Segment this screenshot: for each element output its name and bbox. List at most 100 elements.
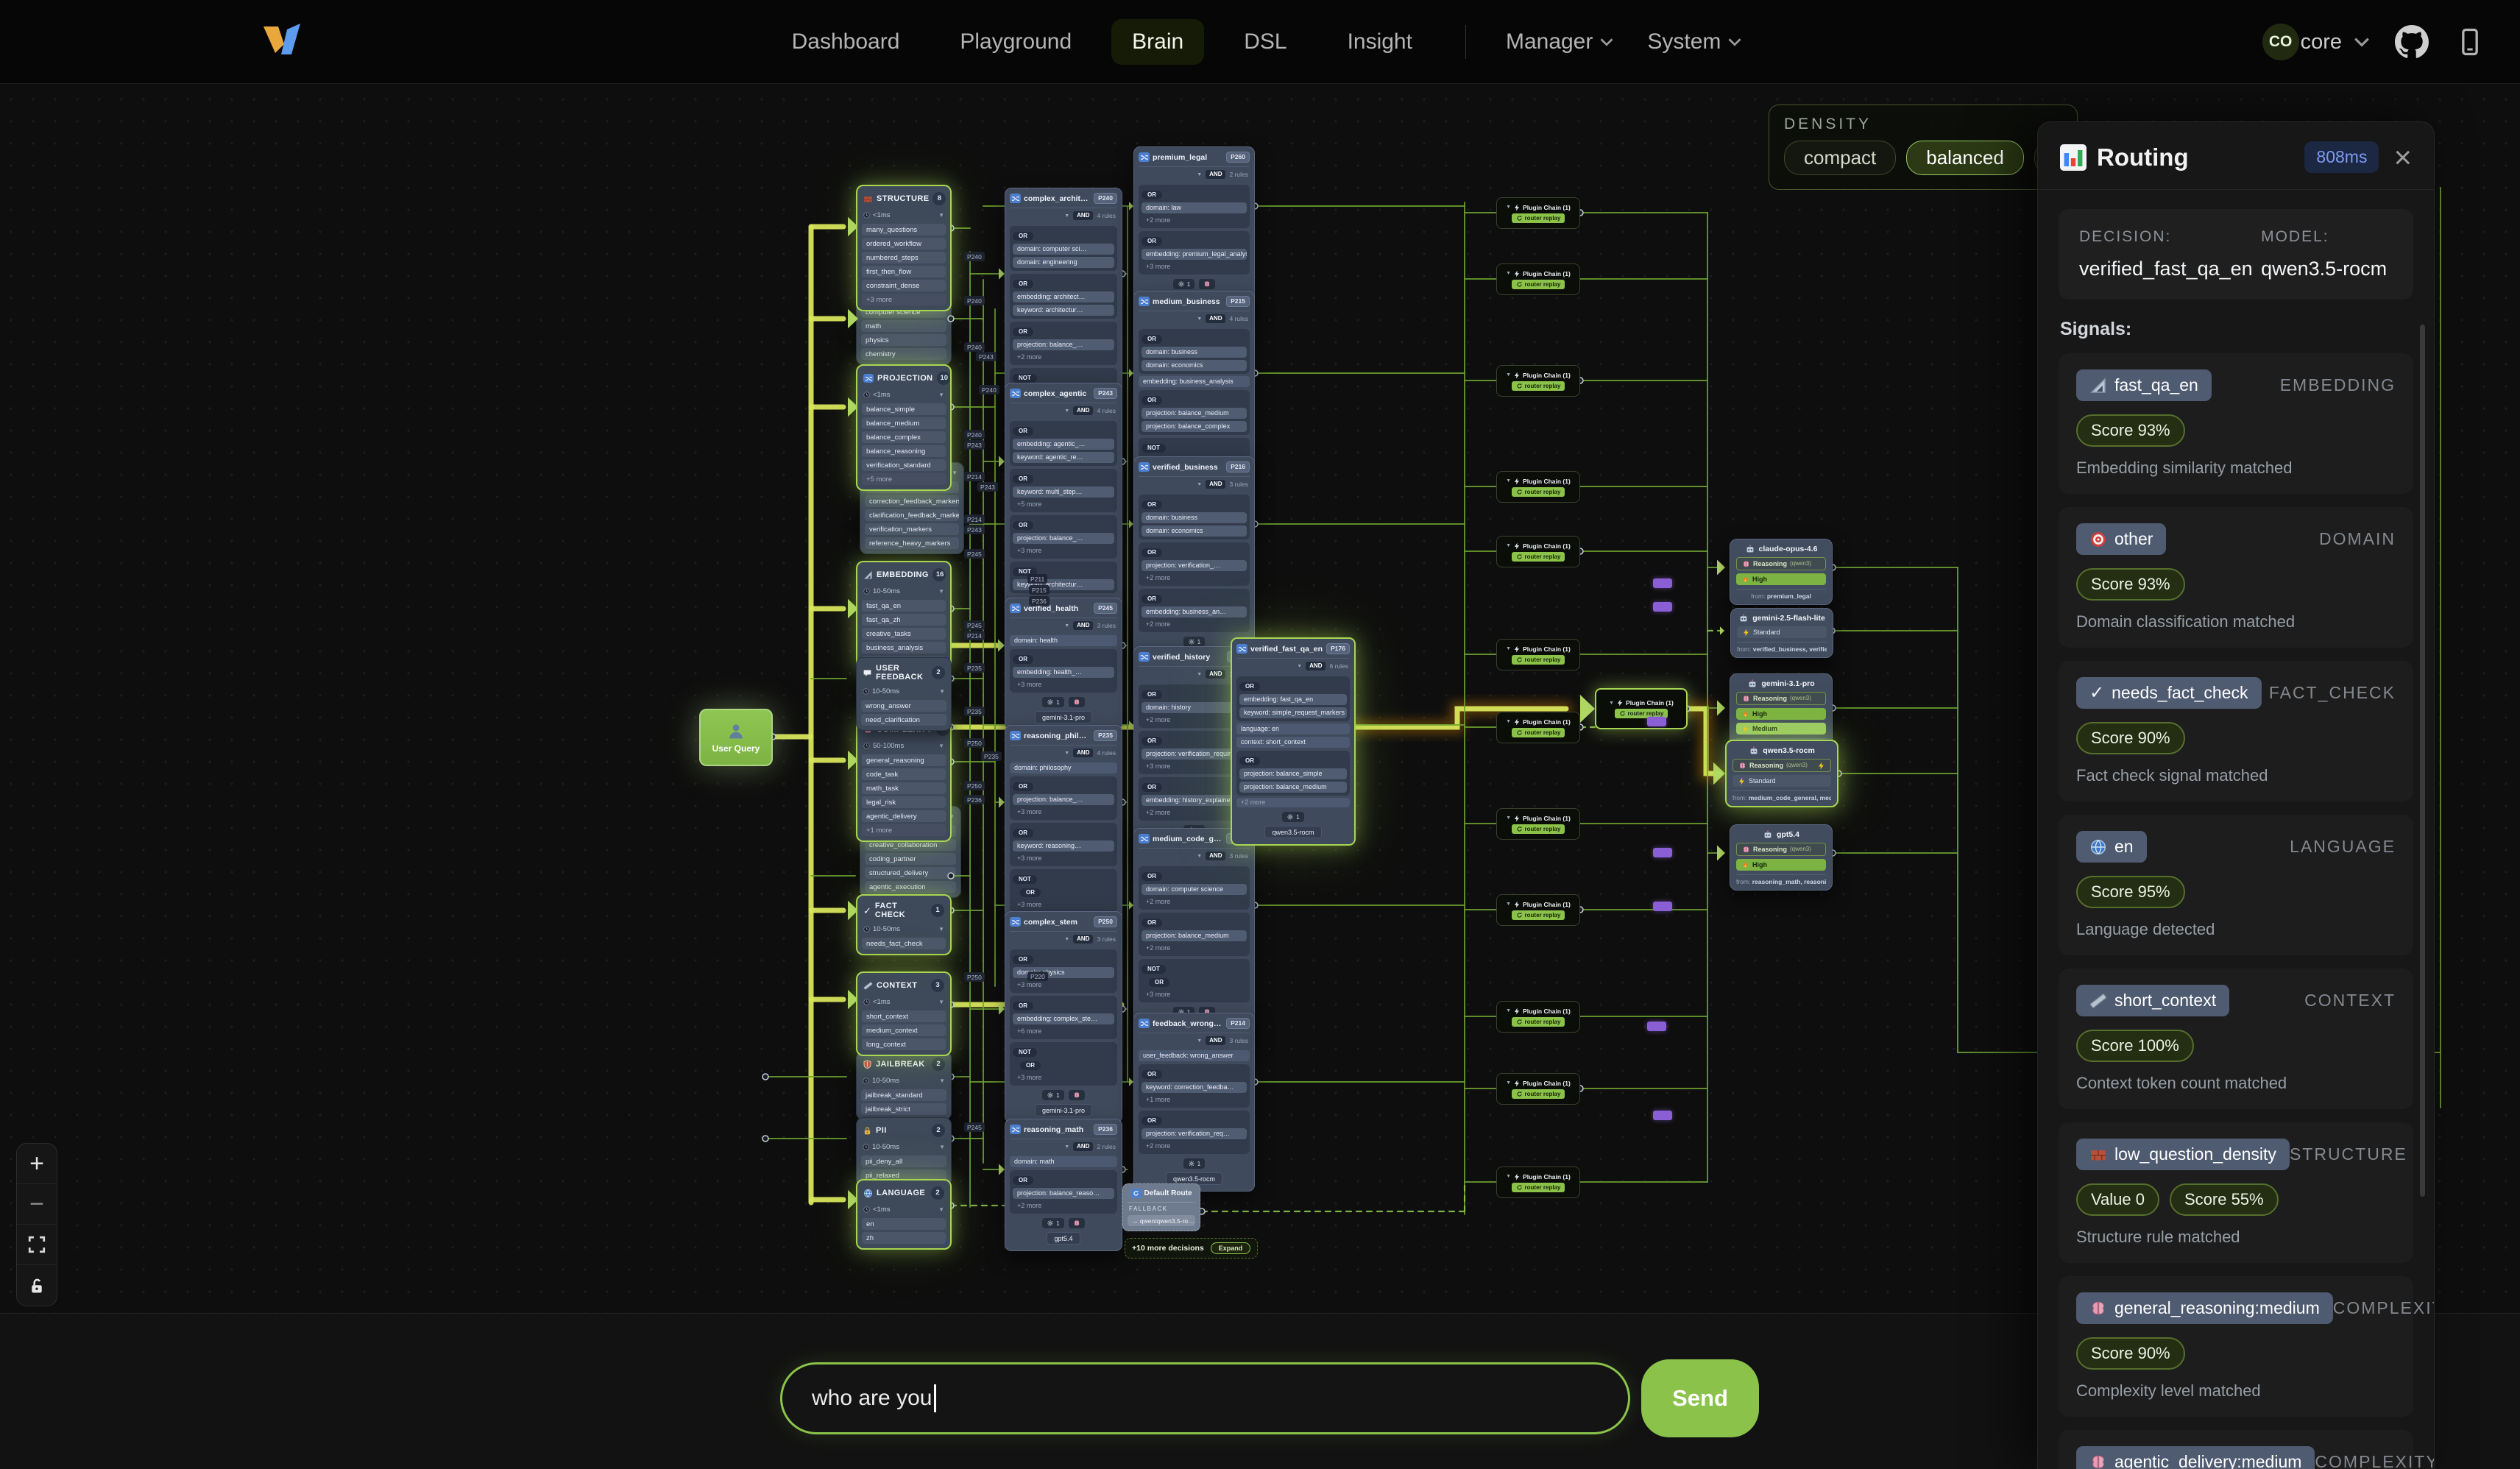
plugin-chain-node[interactable]: ▼ Plugin Chain (1) router replay: [1496, 1167, 1580, 1198]
decision-node-verified_fast_qa_en[interactable]: verified_fast_qa_en P176 ▼AND 6 rulesORe…: [1231, 637, 1356, 846]
rule-item[interactable]: fast_qa_zh: [862, 614, 946, 626]
close-icon[interactable]: ×: [2393, 146, 2412, 169]
unlock-button[interactable]: [17, 1265, 57, 1306]
rule-item[interactable]: agentic_delivery: [862, 810, 946, 822]
rule-item[interactable]: many_questions: [862, 224, 946, 236]
expand-button[interactable]: Expand: [1211, 1242, 1251, 1254]
mobile-device-icon[interactable]: [2454, 26, 2486, 58]
rule-item[interactable]: first_then_flow: [862, 266, 946, 277]
rule-item[interactable]: balance_complex: [862, 431, 946, 443]
plugin-chain-node[interactable]: ▼ Plugin Chain (1) router replay: [1496, 1001, 1580, 1033]
category-node-language[interactable]: LANGUAGE 2 <1ms▼enzh: [856, 1179, 952, 1250]
category-node-context[interactable]: CONTEXT 3 <1ms▼short_contextmedium_conte…: [856, 971, 952, 1056]
category-title: STRUCTURE: [877, 194, 929, 203]
nav-items: Dashboard Playground Brain DSL Insight Manage…: [771, 19, 1749, 65]
category-node-user-feedback[interactable]: USER FEEDBACK 2 10-50ms▼wrong_answerneed…: [856, 657, 952, 731]
decision-node-feedback_wrong_answer_verified[interactable]: feedback_wrong_answer_verified P214 ▼AND…: [1133, 1013, 1255, 1192]
decision-node-premium_legal[interactable]: premium_legal P260 ▼AND 2 rulesORdomain:…: [1133, 146, 1255, 312]
plugin-chain-node[interactable]: ▼ Plugin Chain (1) router replay: [1496, 263, 1580, 295]
category-node-pii[interactable]: PII 2 10-50ms▼pii_deny_allpii_relaxed: [856, 1117, 952, 1186]
rule-item[interactable]: creative_tasks: [862, 628, 946, 640]
decision-node-medium_code_general[interactable]: medium_code_general P220 ▼AND 3 rulesORd…: [1133, 828, 1255, 1040]
user-query-node[interactable]: User Query: [699, 709, 773, 766]
edge-priority-label: P240: [964, 252, 985, 261]
plugin-chain-node[interactable]: ▼ Plugin Chain (1) router replay: [1496, 894, 1580, 926]
model-node-claude-opus-4.6[interactable]: claude-opus-4.6Reasoning(qwen3)Highfrom:…: [1730, 539, 1833, 605]
category-node-fact-check[interactable]: ✓ FACT CHECK 1 10-50ms▼needs_fact_check: [856, 894, 952, 955]
rule-item[interactable]: short_context: [862, 1010, 946, 1022]
rule-item[interactable]: balance_medium: [862, 417, 946, 429]
zoom-out-button[interactable]: −: [17, 1184, 57, 1225]
decision-node-complex_agentic[interactable]: complex_agentic P243 ▼AND 4 rulesORembed…: [1005, 383, 1122, 631]
nav-item-insight[interactable]: Insight: [1327, 19, 1433, 65]
plugin-chain-node[interactable]: ▼ Plugin Chain (1) router replay: [1595, 688, 1688, 729]
rule-item[interactable]: ordered_workflow: [862, 238, 946, 249]
default-route-node[interactable]: Default Route FALLBACK → qwen/qwen3.5-ro…: [1122, 1183, 1200, 1231]
rule-item[interactable]: balance_simple: [862, 403, 946, 415]
signal-name: other: [2114, 529, 2153, 549]
decision-node-complex_stem[interactable]: complex_stem P250 ▼AND 3 rulesORdomain: …: [1005, 911, 1122, 1123]
github-icon[interactable]: [2395, 25, 2429, 59]
prompt-input[interactable]: who are you: [780, 1362, 1630, 1434]
rule-item[interactable]: verification_standard: [862, 459, 946, 471]
unlock-icon: [28, 1277, 46, 1295]
nav-item-playground[interactable]: Playground: [939, 19, 1092, 65]
rule-item[interactable]: numbered_steps: [862, 252, 946, 263]
model-node-gemini-2.5-flash-lite[interactable]: gemini-2.5-flash-liteStandardfrom: verif…: [1730, 608, 1833, 658]
plugin-chain-node[interactable]: ▼ Plugin Chain (1) router replay: [1496, 712, 1580, 743]
plugin-chain-node[interactable]: ▼ Plugin Chain (1) router replay: [1496, 197, 1580, 229]
nav-item-dsl[interactable]: DSL: [1223, 19, 1307, 65]
rule-item[interactable]: constraint_dense: [862, 280, 946, 291]
rule-item[interactable]: medium_context: [862, 1024, 946, 1036]
send-button[interactable]: Send: [1641, 1359, 1759, 1437]
decision-node-verified_health[interactable]: verified_health P245 ▼AND 3 rulesdomain:…: [1005, 598, 1122, 730]
rule-item[interactable]: en: [862, 1218, 946, 1230]
plugin-chain-node[interactable]: ▼ Plugin Chain (1) router replay: [1496, 639, 1580, 670]
zoom-in-button[interactable]: +: [17, 1144, 57, 1184]
plugin-chain-node[interactable]: ▼ Plugin Chain (1) router replay: [1496, 808, 1580, 840]
density-option-balanced[interactable]: balanced: [1906, 141, 2024, 175]
category-node-structure[interactable]: STRUCTURE 8 <1ms▼many_questionsordered_w…: [856, 185, 952, 311]
model-node-qwen3.5-rocm[interactable]: qwen3.5-rocmReasoning(qwen3)Standardfrom…: [1725, 740, 1838, 807]
rule-item[interactable]: zh: [862, 1232, 946, 1244]
rule-item[interactable]: wrong_answer: [861, 700, 946, 712]
rule-item[interactable]: legal_risk: [862, 796, 946, 808]
category-node-jailbreak[interactable]: JAILBREAK 2 10-50ms▼jailbreak_standardja…: [856, 1051, 952, 1120]
rule-item[interactable]: general_reasoning: [862, 754, 946, 766]
plugin-chain-node[interactable]: ▼ Plugin Chain (1) router replay: [1496, 471, 1580, 503]
plugin-chain-node[interactable]: ▼ Plugin Chain (1) router replay: [1496, 536, 1580, 567]
rule-item[interactable]: balance_reasoning: [862, 445, 946, 457]
rule-count: 2 rules: [1229, 171, 1248, 178]
plugin-chain-node[interactable]: ▼ Plugin Chain (1) router replay: [1496, 365, 1580, 397]
decision-node-reasoning_math[interactable]: reasoning_math P236 ▼AND 2 rulesdomain: …: [1005, 1119, 1122, 1251]
rule-item[interactable]: jailbreak_standard: [861, 1089, 946, 1101]
nav-menu-system[interactable]: System: [1640, 19, 1749, 65]
rule-item[interactable]: code_task: [862, 768, 946, 780]
plugin-chain-node[interactable]: ▼ Plugin Chain (1) router replay: [1496, 1073, 1580, 1105]
rule-item[interactable]: needs_fact_check: [862, 938, 946, 949]
category-node-projection[interactable]: PROJECTION 10 <1ms▼balance_simplebalance…: [856, 364, 952, 491]
nav-item-dashboard[interactable]: Dashboard: [771, 19, 921, 65]
more-items[interactable]: +3 more: [862, 294, 946, 305]
rule-item[interactable]: math_task: [862, 782, 946, 794]
nav-item-brain[interactable]: Brain: [1111, 19, 1204, 65]
panel-scrollbar[interactable]: [2420, 325, 2425, 1197]
rule-item[interactable]: business_analysis: [862, 642, 946, 654]
rule-item[interactable]: pii_deny_all: [861, 1155, 946, 1167]
nav-menu-manager[interactable]: Manager: [1498, 19, 1621, 65]
rule-item[interactable]: jailbreak_strict: [861, 1103, 946, 1115]
rule-item[interactable]: fast_qa_en: [862, 600, 946, 612]
rule-item[interactable]: long_context: [862, 1038, 946, 1050]
condition-group: ORembedding: business_an…+2 more: [1139, 589, 1250, 632]
category-node-complexity[interactable]: COMPLEXITY 6 50-100ms▼general_reasoningc…: [856, 715, 952, 842]
more-items[interactable]: +5 more: [862, 473, 946, 485]
shuffle-icon: [1139, 834, 1150, 843]
more-items[interactable]: +1 more: [862, 824, 946, 836]
fit-view-button[interactable]: [17, 1225, 57, 1265]
condition-group: ORprojection: balance_…+3 more: [1010, 515, 1117, 559]
density-option-compact[interactable]: compact: [1784, 141, 1896, 175]
model-node-gpt5.4[interactable]: gpt5.4Reasoning(qwen3)Highfrom: reasonin…: [1730, 824, 1833, 891]
plug-icon: [1513, 542, 1521, 550]
rule-item[interactable]: need_clarification: [861, 714, 946, 726]
account-switcher[interactable]: CO core: [2262, 24, 2370, 60]
